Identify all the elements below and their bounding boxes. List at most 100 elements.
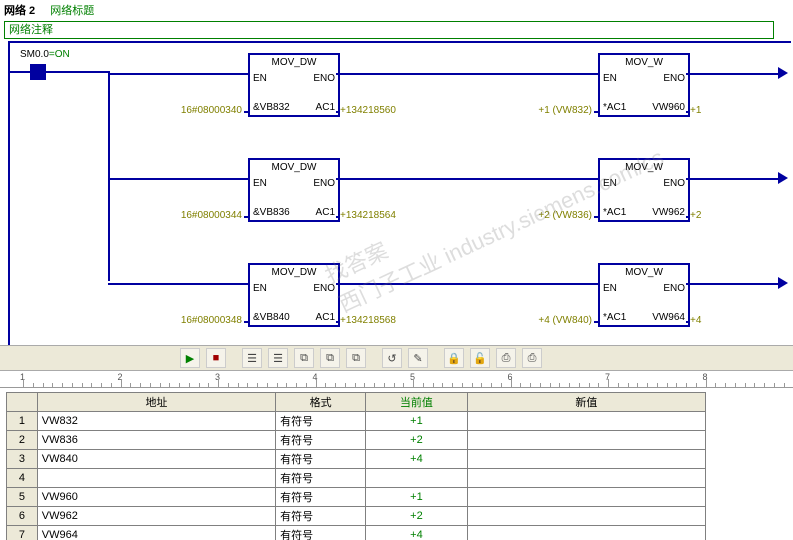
toolbar-button[interactable]: 🔓: [470, 348, 490, 368]
port-en: EN: [603, 73, 617, 84]
toolbar-button[interactable]: 🔒: [444, 348, 464, 368]
col-address: 地址: [37, 393, 275, 412]
pin-in-label: 16#08000348: [181, 315, 242, 326]
wire: [244, 111, 248, 113]
pin-in-label: +1 (VW832): [538, 105, 592, 116]
port-en: EN: [253, 283, 267, 294]
contact-sm00[interactable]: [30, 64, 46, 80]
cell-current-value: +1: [366, 412, 467, 431]
toolbar-button[interactable]: ☰: [268, 348, 288, 368]
toolbar-button[interactable]: ■: [206, 348, 226, 368]
toolbar-button[interactable]: ⎙: [522, 348, 542, 368]
pin-out-label: +134218564: [340, 210, 396, 221]
fb-mov_dw[interactable]: MOV_DW EN ENO &VB840 AC1: [248, 263, 340, 327]
fb-title: MOV_W: [600, 162, 688, 173]
toolbar-button[interactable]: ⧉: [346, 348, 366, 368]
fb-mov_dw[interactable]: MOV_DW EN ENO &VB836 AC1: [248, 158, 340, 222]
cell-new-value[interactable]: [467, 488, 705, 507]
cell-current-value: +4: [366, 526, 467, 540]
network-comment[interactable]: 网络注释: [4, 21, 774, 39]
toolbar-button[interactable]: ⧉: [320, 348, 340, 368]
col-format: 格式: [276, 393, 366, 412]
toolbar-button[interactable]: ▶: [180, 348, 200, 368]
eno-arrow: [778, 277, 788, 289]
fb-title: MOV_DW: [250, 162, 338, 173]
port-en: EN: [253, 178, 267, 189]
port-en: EN: [603, 178, 617, 189]
port-in: *AC1: [603, 207, 626, 218]
cell-address[interactable]: VW840: [37, 450, 275, 469]
pin-in-label: 16#08000340: [181, 105, 242, 116]
table-row[interactable]: 5 VW960 有符号 +1: [7, 488, 706, 507]
eno-arrow: [778, 67, 788, 79]
cell-format[interactable]: 有符号: [276, 526, 366, 540]
eno-arrow: [778, 172, 788, 184]
wire: [686, 178, 778, 180]
table-row[interactable]: 2 VW836 有符号 +2: [7, 431, 706, 450]
cell-new-value[interactable]: [467, 450, 705, 469]
table-row[interactable]: 1 VW832 有符号 +1: [7, 412, 706, 431]
pin-in-label: +2 (VW836): [538, 210, 592, 221]
cell-current-value: +2: [366, 431, 467, 450]
fb-title: MOV_DW: [250, 57, 338, 68]
port-out: VW964: [652, 312, 685, 323]
cell-format[interactable]: 有符号: [276, 431, 366, 450]
toolbar-button[interactable]: ✎: [408, 348, 428, 368]
port-eno: ENO: [313, 178, 335, 189]
port-eno: ENO: [663, 178, 685, 189]
cell-address[interactable]: VW832: [37, 412, 275, 431]
table-row[interactable]: 6 VW962 有符号 +2: [7, 507, 706, 526]
cell-rownum: 5: [7, 488, 38, 507]
cell-address[interactable]: VW962: [37, 507, 275, 526]
port-out: AC1: [316, 312, 335, 323]
pin-out-label: +4: [690, 315, 701, 326]
network-title[interactable]: 网络标题: [50, 5, 94, 17]
cell-address[interactable]: VW960: [37, 488, 275, 507]
cell-address[interactable]: [37, 469, 275, 488]
cell-address[interactable]: VW836: [37, 431, 275, 450]
cell-format[interactable]: 有符号: [276, 412, 366, 431]
cell-rownum: 3: [7, 450, 38, 469]
toolbar-button[interactable]: ⧉: [294, 348, 314, 368]
wire: [686, 73, 778, 75]
wire: [244, 321, 248, 323]
port-in: *AC1: [603, 312, 626, 323]
pin-out-label: +134218560: [340, 105, 396, 116]
ruler: 12345678: [0, 371, 793, 388]
cell-format[interactable]: 有符号: [276, 469, 366, 488]
fb-mov_w[interactable]: MOV_W EN ENO *AC1 VW960: [598, 53, 690, 117]
port-eno: ENO: [663, 73, 685, 84]
cell-format[interactable]: 有符号: [276, 507, 366, 526]
port-in: *AC1: [603, 102, 626, 113]
wire: [244, 216, 248, 218]
cell-new-value[interactable]: [467, 431, 705, 450]
fb-title: MOV_W: [600, 267, 688, 278]
cell-new-value[interactable]: [467, 526, 705, 540]
table-row[interactable]: 3 VW840 有符号 +4: [7, 450, 706, 469]
cell-format[interactable]: 有符号: [276, 488, 366, 507]
wire: [336, 216, 340, 218]
toolbar-button[interactable]: ☰: [242, 348, 262, 368]
toolbar-button[interactable]: ↺: [382, 348, 402, 368]
cell-format[interactable]: 有符号: [276, 450, 366, 469]
col-rownum: [7, 393, 38, 412]
fb-mov_w[interactable]: MOV_W EN ENO *AC1 VW964: [598, 263, 690, 327]
toolbar-button[interactable]: ⎙: [496, 348, 516, 368]
cell-new-value[interactable]: [467, 412, 705, 431]
fb-title: MOV_W: [600, 57, 688, 68]
cell-address[interactable]: VW964: [37, 526, 275, 540]
wire: [686, 283, 778, 285]
wire: [108, 283, 248, 285]
pin-out-label: +134218568: [340, 315, 396, 326]
cell-new-value[interactable]: [467, 469, 705, 488]
table-row[interactable]: 7 VW964 有符号 +4: [7, 526, 706, 540]
wire: [108, 73, 248, 75]
cell-new-value[interactable]: [467, 507, 705, 526]
fb-mov_w[interactable]: MOV_W EN ENO *AC1 VW962: [598, 158, 690, 222]
wire: [336, 178, 598, 180]
table-row[interactable]: 4 有符号: [7, 469, 706, 488]
wire: [108, 71, 110, 281]
port-out: VW960: [652, 102, 685, 113]
fb-mov_dw[interactable]: MOV_DW EN ENO &VB832 AC1: [248, 53, 340, 117]
wire: [594, 111, 598, 113]
